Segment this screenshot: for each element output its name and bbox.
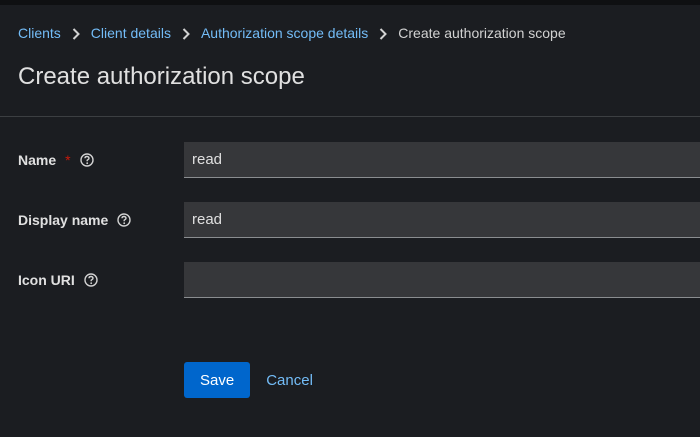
breadcrumb-link-authorization-scope-details[interactable]: Authorization scope details	[201, 25, 368, 41]
display-name-label: Display name	[18, 212, 131, 228]
chevron-right-icon	[171, 25, 201, 41]
name-label-text: Name	[18, 152, 57, 168]
breadcrumb: Clients Client details Authorization sco…	[18, 25, 566, 41]
page-title: Create authorization scope	[18, 63, 305, 90]
question-circle-icon[interactable]	[79, 153, 94, 167]
icon-uri-input[interactable]	[184, 262, 700, 298]
breadcrumb-link-client-details[interactable]: Client details	[91, 25, 171, 41]
breadcrumb-current: Create authorization scope	[398, 25, 566, 41]
display-name-label-text: Display name	[18, 212, 109, 228]
required-mark: *	[65, 152, 71, 168]
cancel-button[interactable]: Cancel	[250, 362, 329, 398]
name-label: Name *	[18, 152, 94, 168]
chevron-right-icon	[61, 25, 91, 41]
breadcrumb-link-clients[interactable]: Clients	[18, 25, 61, 41]
question-circle-icon[interactable]	[117, 213, 131, 227]
form-actions: Save Cancel	[184, 362, 329, 398]
icon-uri-label: Icon URI	[18, 272, 98, 288]
create-scope-form: Name * Display name	[0, 118, 700, 437]
save-button[interactable]: Save	[184, 362, 251, 398]
display-name-row: Display name	[0, 202, 700, 238]
question-circle-icon[interactable]	[84, 273, 98, 287]
icon-uri-row: Icon URI	[0, 262, 700, 298]
chevron-right-icon	[368, 25, 398, 41]
name-input[interactable]	[184, 142, 700, 178]
display-name-input[interactable]	[184, 202, 700, 238]
name-row: Name *	[0, 142, 700, 178]
icon-uri-label-text: Icon URI	[18, 272, 75, 288]
page-header: Clients Client details Authorization sco…	[0, 5, 700, 117]
